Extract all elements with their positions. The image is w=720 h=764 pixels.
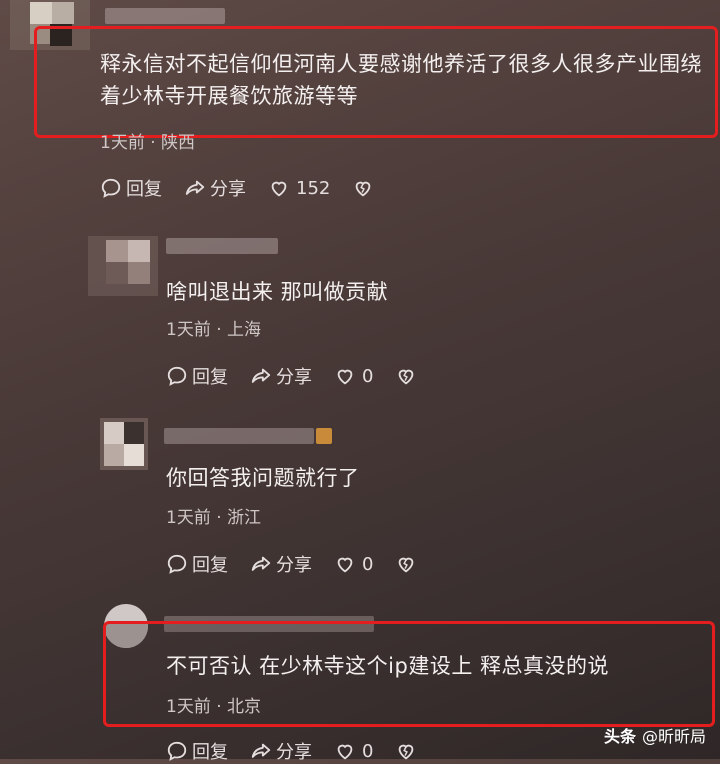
broken-heart-icon <box>399 369 414 385</box>
heart-icon <box>271 181 287 197</box>
comment-text: 不可否认 在少林寺这个ip建设上 释总真没的说 <box>166 654 610 678</box>
dislike-button[interactable] <box>395 553 421 575</box>
like-count: 0 <box>362 365 374 387</box>
share-arrow-icon <box>251 368 271 383</box>
reply-button[interactable]: 回复 <box>100 175 162 201</box>
share-label: 分享 <box>276 555 312 576</box>
comment-meta: 1天前 · 上海 <box>166 320 262 340</box>
dislike-button[interactable] <box>352 177 378 199</box>
comment-actions: 回复 分享 0 <box>166 363 443 389</box>
reply-label: 回复 <box>192 742 228 763</box>
share-label: 分享 <box>210 179 246 200</box>
like-button[interactable]: 0 <box>334 553 373 575</box>
share-button[interactable]: 分享 <box>250 363 312 389</box>
reply-label: 回复 <box>126 179 162 200</box>
avatar[interactable] <box>88 236 158 296</box>
share-button[interactable]: 分享 <box>184 175 246 201</box>
comment-text: 释永信对不起信仰但河南人要感谢他养活了很多人很多产业围绕着少林寺开展餐饮旅游等等 <box>100 52 702 108</box>
share-arrow-icon <box>251 556 271 571</box>
broken-heart-icon <box>399 557 414 573</box>
reply-button[interactable]: 回复 <box>166 363 228 389</box>
comment-actions: 回复 分享 0 <box>166 551 443 577</box>
like-button[interactable]: 0 <box>334 365 373 387</box>
username-blurred <box>166 238 278 254</box>
broken-heart-icon <box>356 181 371 197</box>
comment-bubble-icon <box>101 178 121 198</box>
comment-meta: 1天前 · 陕西 <box>100 133 196 153</box>
watermark-brand: 头条 <box>603 727 636 746</box>
like-count: 152 <box>296 177 331 199</box>
comment-meta: 1天前 · 北京 <box>166 697 262 717</box>
share-label: 分享 <box>276 742 312 763</box>
avatar[interactable] <box>92 418 152 470</box>
badge-icon <box>316 428 332 444</box>
comment-meta: 1天前 · 浙江 <box>166 508 262 528</box>
watermark-handle: @昕昕局 <box>641 727 706 746</box>
reply-button[interactable]: 回复 <box>166 738 228 764</box>
share-button[interactable]: 分享 <box>250 551 312 577</box>
comment-text: 你回答我问题就行了 <box>166 466 360 490</box>
reply-button[interactable]: 回复 <box>166 551 228 577</box>
watermark: 头条 @昕昕局 <box>604 723 706 747</box>
share-label: 分享 <box>276 367 312 388</box>
comment-actions: 回复 分享 0 <box>166 738 443 764</box>
comment-bubble-icon <box>167 554 187 574</box>
like-button[interactable]: 152 <box>268 177 330 199</box>
like-count: 0 <box>362 553 374 575</box>
reply-label: 回复 <box>192 555 228 576</box>
username-blurred <box>105 8 225 24</box>
heart-icon <box>337 369 353 385</box>
share-button[interactable]: 分享 <box>250 738 312 764</box>
heart-icon <box>337 557 353 573</box>
comment-bubble-icon <box>167 366 187 386</box>
comment-actions: 回复 分享 152 <box>100 175 400 201</box>
share-arrow-icon <box>185 180 205 195</box>
username-blurred <box>164 428 314 444</box>
dislike-button[interactable] <box>395 365 421 387</box>
like-count: 0 <box>362 740 374 762</box>
reply-label: 回复 <box>192 367 228 388</box>
comment-text: 啥叫退出来 那叫做贡献 <box>166 280 389 304</box>
